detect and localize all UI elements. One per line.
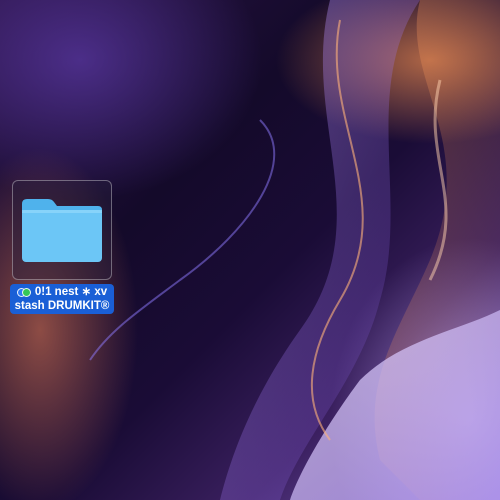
desktop-folder-item[interactable]: 0!1 nest ∗ xv stash DRUMKIT®	[8, 180, 116, 314]
folder-name-line-2: stash DRUMKIT®	[14, 299, 110, 313]
folder-name-text-2: stash DRUMKIT®	[14, 300, 110, 312]
finder-tags	[16, 287, 31, 297]
folder-name-label[interactable]: 0!1 nest ∗ xv stash DRUMKIT®	[10, 284, 114, 314]
tag-dot-green	[21, 287, 31, 297]
folder-icon	[22, 199, 102, 262]
desktop[interactable]: 0!1 nest ∗ xv stash DRUMKIT®	[0, 0, 500, 500]
folder-icon-selection-frame[interactable]	[12, 180, 112, 280]
folder-name-text-1: 0!1 nest ∗ xv	[34, 286, 108, 298]
folder-name-line-1: 0!1 nest ∗ xv	[14, 285, 110, 299]
